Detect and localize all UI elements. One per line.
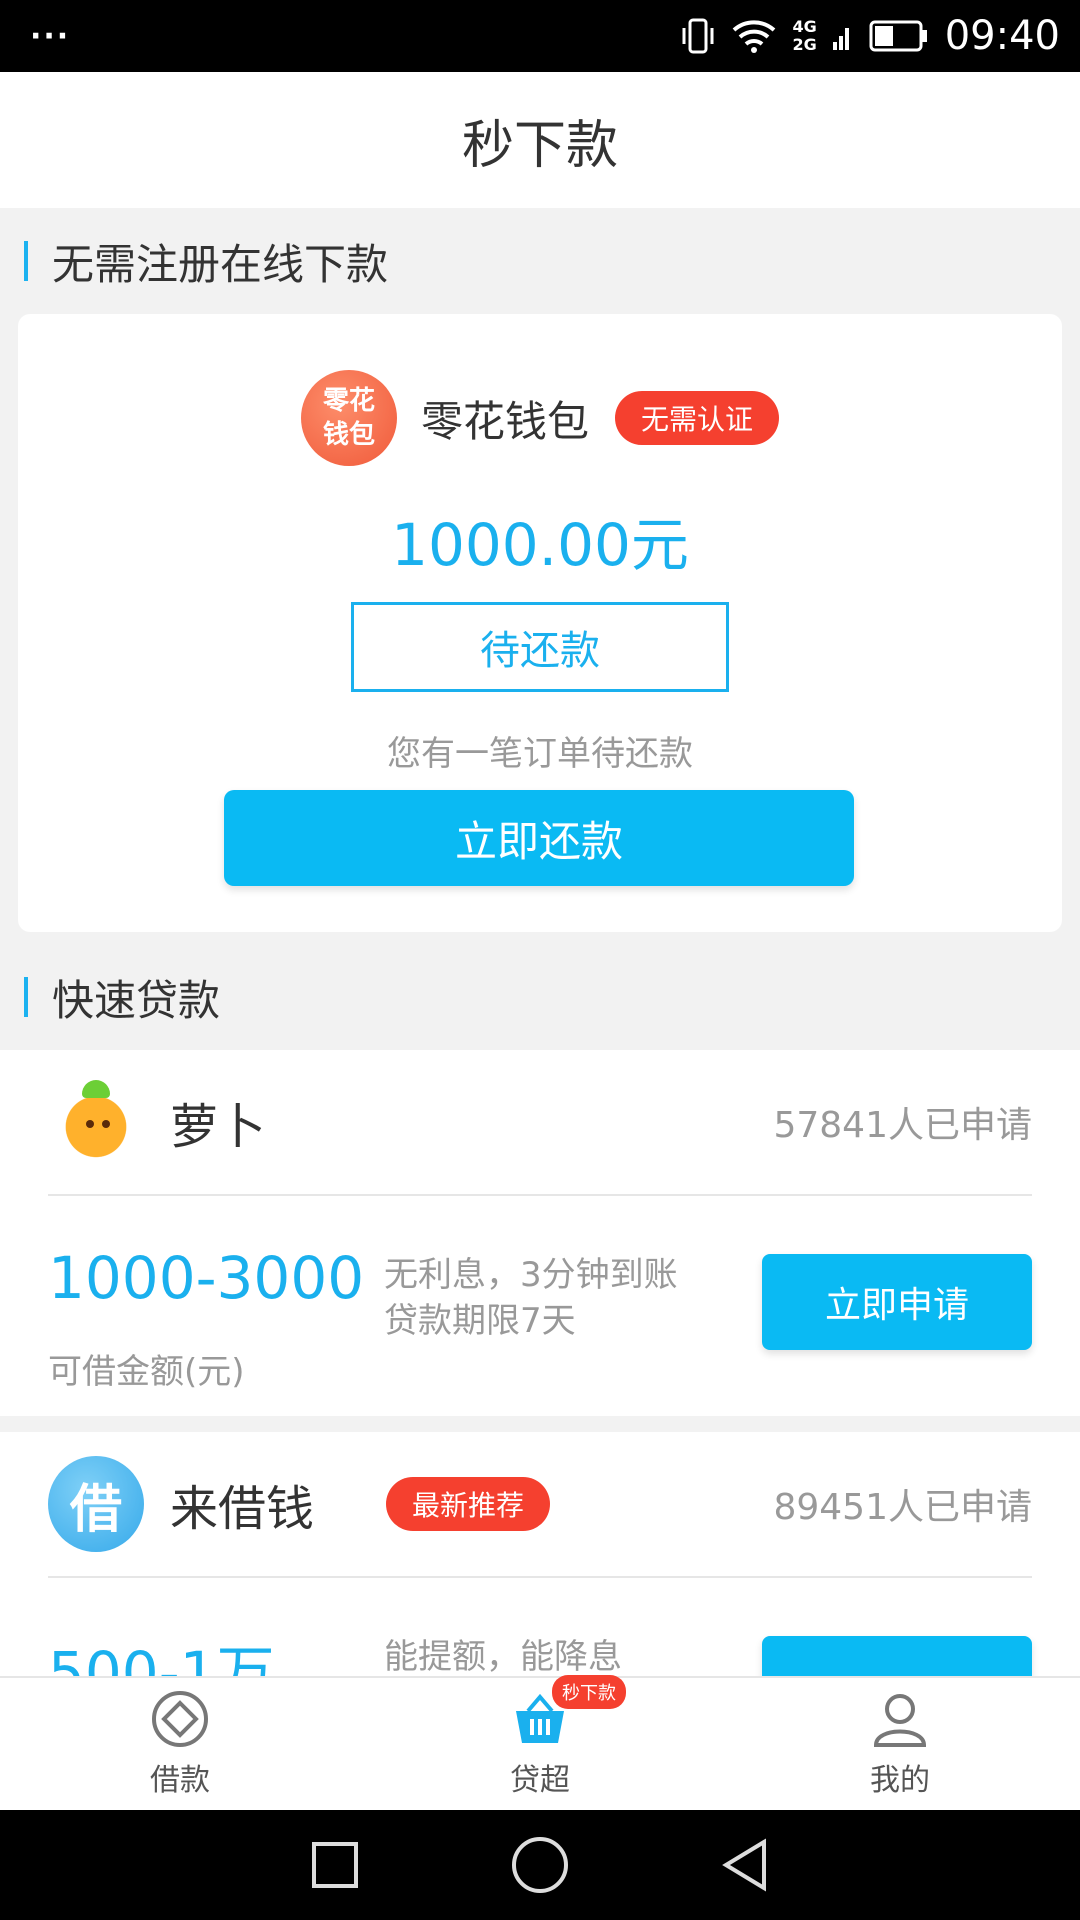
order-amount: 1000.00元 [391,511,689,579]
section-accent-bar [24,241,28,281]
apply-now-button[interactable] [762,1636,1032,1676]
order-note: 您有一笔订单待还款 [387,734,693,774]
loan-head: 萝卜 57841人已申请 [48,1050,1032,1196]
apply-now-button[interactable]: 立即申请 [762,1254,1032,1350]
loan-head: 借 来借钱 最新推荐 89451人已申请 [48,1432,1032,1578]
main-content[interactable]: 无需注册在线下款 零 花 钱 包 零花钱包 无需认证 1000.00元 待还款 … [0,208,1080,1676]
wallet-name: 零花钱包 [420,396,589,446]
wallet-logo: 零 花 钱 包 [300,370,397,466]
tab-label: 我的 [870,1763,930,1798]
tab-label: 贷超 [510,1763,570,1798]
loan-item[interactable]: 借 来借钱 最新推荐 89451人已申请 500-1万 能提额，能降息 [0,1432,1080,1676]
tab-loan-market[interactable]: 秒下款 贷超 [440,1675,640,1799]
loan-desc-line: 无利息，3分钟到账 [384,1255,678,1295]
bottom-tab-bar: 借款 秒下款 贷超 我的 [0,1675,1080,1810]
home-icon[interactable] [510,1835,570,1895]
tab-mine[interactable]: 我的 [800,1689,1000,1799]
section-fast-header: 快速贷款 [0,944,1080,1050]
diamond-circle-icon [152,1691,208,1747]
loan-name: 来借钱 [170,1481,315,1537]
order-card: 零 花 钱 包 零花钱包 无需认证 1000.00元 待还款 您有一笔订单待还款… [18,314,1062,932]
loan-range: 1000-3000 [48,1244,365,1312]
loan-applied-count: 57841人已申请 [773,1105,1032,1146]
back-icon[interactable] [720,1838,770,1892]
status-time: 09:40 [944,13,1060,59]
loan-applied-count: 89451人已申请 [773,1487,1032,1528]
network-4g-label: 4G [792,17,817,36]
loan-body: 500-1万 能提额，能降息 [48,1578,1032,1676]
carrot-logo-icon [48,1074,144,1170]
loan-desc-line: 能提额，能降息 [384,1637,622,1676]
vibrate-icon [680,16,716,56]
wallet-row: 零 花 钱 包 零花钱包 无需认证 [18,370,1062,466]
tab-badge: 秒下款 [552,1675,626,1709]
wallet-logo-char-3: 钱 [322,420,349,450]
carrot-eye [86,1120,94,1128]
section-fast-title: 快速贷款 [52,975,221,1025]
wallet-logo-char-4: 包 [348,420,375,450]
borrow-logo-char: 借 [69,1479,122,1540]
tab-label: 借款 [150,1763,210,1798]
user-icon [873,1694,927,1747]
repay-now-button[interactable]: 立即还款 [224,790,854,886]
loan-description: 能提额，能降息 [384,1634,622,1676]
system-nav-bar [0,1810,1080,1920]
loan-body: 1000-3000 可借金额(元) 无利息，3分钟到账 贷款期限7天 立即申请 [48,1196,1032,1416]
wallet-logo-char-2: 花 [348,386,375,416]
section-accent-bar [24,977,28,1017]
more-dots-icon: ··· [30,18,71,54]
loan-desc-line: 贷款期限7天 [384,1301,576,1341]
loan-range-label: 可借金额(元) [48,1352,245,1392]
wifi-icon [732,18,776,54]
loan-name: 萝卜 [170,1099,267,1155]
status-icons: 4G 2G 09:40 [680,13,1060,59]
app-header: 秒下款 [0,72,1080,208]
status-bar: ··· 4G 2G 09:40 [0,0,1080,72]
wallet-logo-char-1: 零 [322,386,349,416]
order-status: 待还款 [351,602,729,692]
recent-apps-icon[interactable] [310,1840,360,1890]
loan-range: 500-1万 [48,1639,275,1676]
tab-borrow[interactable]: 借款 [80,1689,280,1799]
section-online-header: 无需注册在线下款 [0,208,1080,314]
borrow-logo-icon: 借 [48,1456,144,1552]
battery-icon [869,19,929,53]
network-2g-label: 2G [792,35,817,54]
signal-icon [832,18,853,54]
loan-item[interactable]: 萝卜 57841人已申请 1000-3000 可借金额(元) 无利息，3分钟到账… [0,1050,1080,1416]
section-online-title: 无需注册在线下款 [52,239,389,289]
carrot-eye [102,1120,110,1128]
loan-description: 无利息，3分钟到账 贷款期限7天 [384,1252,678,1344]
recommend-tag: 最新推荐 [386,1477,551,1531]
no-auth-tag: 无需认证 [615,391,780,445]
network-type: 4G 2G [792,18,816,54]
page-title: 秒下款 [461,115,618,176]
